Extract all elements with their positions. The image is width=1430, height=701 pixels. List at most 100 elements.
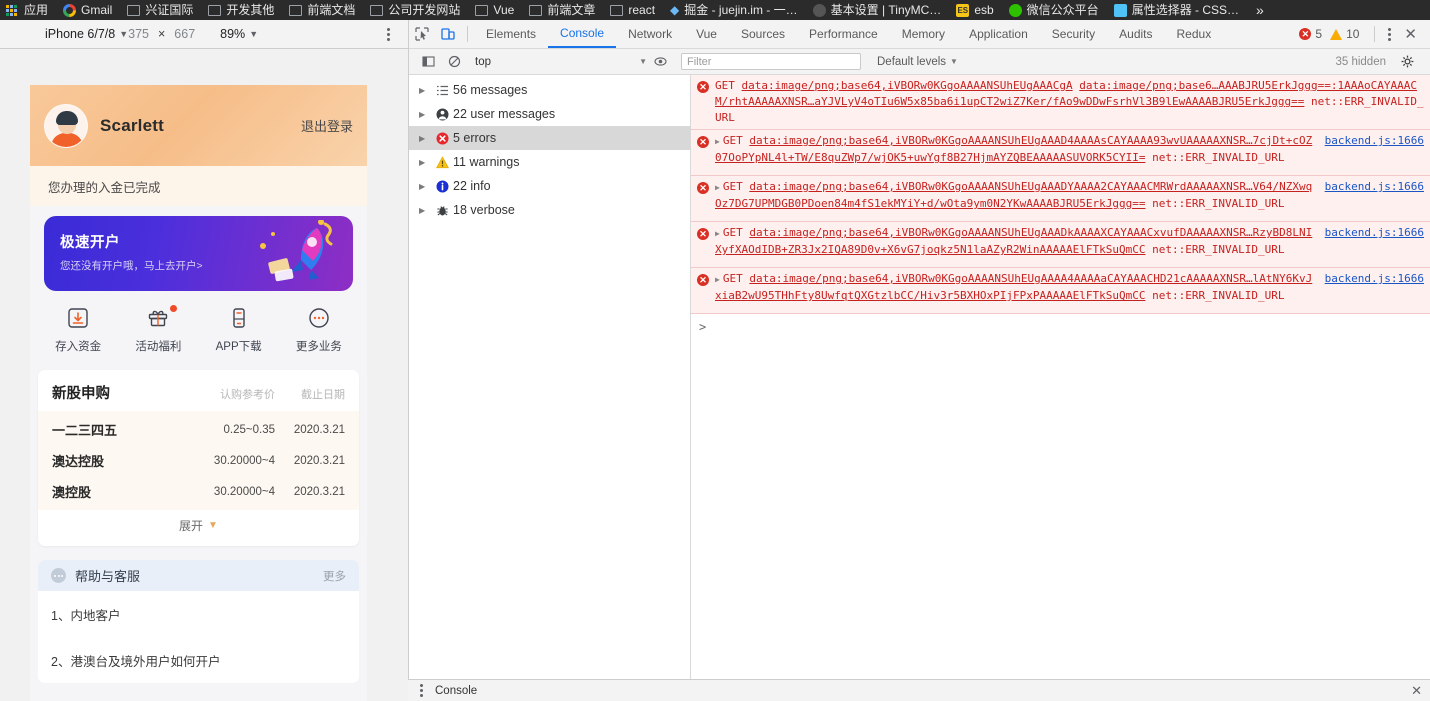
bookmark-dev-other[interactable]: 开发其他: [208, 3, 274, 17]
quick-action-deposit[interactable]: 存入资金: [38, 307, 118, 354]
console-error-row[interactable]: ✕ backend.js:1666 ▶ GET data:image/png;ba…: [691, 176, 1430, 222]
tab-sources[interactable]: Sources: [729, 20, 797, 48]
sidebar-item-user-messages[interactable]: ▶ 22 user messages: [409, 102, 690, 126]
stock-price: 30.20000~4: [213, 485, 275, 498]
expand-triangle-icon[interactable]: ▶: [715, 137, 720, 146]
console-error-row[interactable]: ✕ backend.js:1666 ▶ GET data:image/png;ba…: [691, 130, 1430, 176]
drawer-menu-button[interactable]: [420, 684, 423, 697]
console-error-row[interactable]: ✕ backend.js:1666 ▶ GET data:image/png;ba…: [691, 222, 1430, 268]
execution-context-select[interactable]: top ▼: [467, 56, 647, 68]
bookmarks-overflow-icon[interactable]: »: [1256, 2, 1264, 18]
table-row[interactable]: 澳达控股 30.20000~4 2020.3.21: [38, 445, 359, 476]
device-toolbar-menu-button[interactable]: [387, 27, 390, 41]
source-link[interactable]: backend.js:1666: [1325, 271, 1424, 287]
close-drawer-button[interactable]: ✕: [1411, 683, 1422, 699]
table-row[interactable]: 澳控股 30.20000~4 2020.3.21: [38, 476, 359, 507]
list-item[interactable]: 2、港澳台及境外用户如何开户: [38, 637, 359, 683]
user-icon: [431, 108, 453, 121]
chevron-right-icon[interactable]: ▶: [419, 134, 431, 143]
avatar[interactable]: [44, 103, 88, 148]
devtools-menu-button[interactable]: [1388, 27, 1392, 41]
quick-action-app-download[interactable]: APP下载: [199, 307, 279, 354]
tab-redux[interactable]: Redux: [1165, 20, 1224, 48]
bookmark-frontend-articles[interactable]: 前端文章: [529, 3, 595, 17]
tab-security[interactable]: Security: [1040, 20, 1107, 48]
sidebar-item-errors[interactable]: ▶ 5 errors: [409, 126, 690, 150]
card-rows: 一二三四五 0.25~0.35 2020.3.21 澳达控股 30.20000~…: [38, 411, 359, 510]
error-count-indicator[interactable]: ✕ 5: [1299, 27, 1322, 41]
sidebar-item-verbose[interactable]: ▶ 18 verbose: [409, 198, 690, 222]
clear-console-icon[interactable]: [441, 49, 467, 75]
viewport-width-input[interactable]: 375: [128, 27, 149, 41]
console-error-row[interactable]: ✕ GET data:image/png;base64,iVBORw0KGgoA…: [691, 75, 1430, 130]
sidebar-item-warnings[interactable]: ▶ 11 warnings: [409, 150, 690, 174]
bookmark-label: 前端文档: [307, 3, 356, 17]
device-toggle-icon[interactable]: [435, 21, 461, 47]
bookmark-gmail[interactable]: Gmail: [63, 3, 112, 17]
zoom-select[interactable]: 89% ▼: [220, 27, 258, 41]
close-devtools-button[interactable]: ✕: [1397, 25, 1424, 43]
promo-banner-wrap: 极速开户 您还没有开户哦，马上去开户>: [30, 206, 367, 291]
bookmark-tinymce[interactable]: 基本设置 | TinyMC…: [812, 3, 941, 17]
bookmark-company-site[interactable]: 公司开发网站: [370, 3, 460, 17]
tab-application[interactable]: Application: [957, 20, 1040, 48]
expand-button[interactable]: 展开 ▼: [38, 510, 359, 540]
stock-name: 澳控股: [52, 485, 92, 500]
source-link[interactable]: backend.js:1666: [1325, 225, 1424, 241]
source-link[interactable]: backend.js:1666: [1325, 133, 1424, 149]
tab-network[interactable]: Network: [616, 20, 684, 48]
quick-action-gift[interactable]: 活动福利: [118, 305, 198, 354]
tab-elements[interactable]: Elements: [474, 20, 548, 48]
warning-icon: [1330, 28, 1343, 40]
bookmark-vue[interactable]: Vue: [475, 3, 514, 17]
warning-count-indicator[interactable]: 10: [1330, 27, 1359, 41]
console-sidebar-toggle-icon[interactable]: [415, 49, 441, 75]
log-levels-select[interactable]: Default levels ▼: [877, 56, 958, 68]
tab-console[interactable]: Console: [548, 20, 617, 48]
bookmark-frontend-docs[interactable]: 前端文档: [289, 3, 355, 17]
tab-performance[interactable]: Performance: [797, 20, 890, 48]
bookmark-juejin[interactable]: ◆ 掘金 - juejin.im - 一…: [670, 3, 798, 17]
drawer-tab-console[interactable]: Console: [435, 685, 477, 697]
quick-action-more[interactable]: 更多业务: [279, 307, 359, 354]
logout-button[interactable]: 退出登录: [301, 116, 353, 135]
bookmark-esb[interactable]: ES esb: [956, 3, 994, 17]
source-link[interactable]: backend.js:1666: [1325, 179, 1424, 195]
tab-vue[interactable]: Vue: [684, 20, 729, 48]
chevron-right-icon[interactable]: ▶: [419, 86, 431, 95]
error-icon: ✕: [691, 179, 715, 218]
tab-audits[interactable]: Audits: [1107, 20, 1164, 48]
console-error-row[interactable]: ✕ backend.js:1666 ▶ GET data:image/png;ba…: [691, 268, 1430, 314]
promo-banner[interactable]: 极速开户 您还没有开户哦，马上去开户>: [44, 216, 353, 291]
sidebar-item-messages[interactable]: ▶ 56 messages: [409, 78, 690, 102]
chevron-right-icon[interactable]: ▶: [419, 158, 431, 167]
gear-icon[interactable]: [1394, 49, 1420, 75]
bookmark-apps[interactable]: 应用: [6, 3, 48, 17]
viewport-height-input[interactable]: 667: [174, 27, 195, 41]
chevron-right-icon[interactable]: ▶: [419, 182, 431, 191]
chevron-right-icon[interactable]: ▶: [419, 110, 431, 119]
console-prompt[interactable]: >: [691, 314, 1430, 334]
help-more-link[interactable]: 更多: [323, 568, 346, 584]
http-method: GET: [722, 134, 743, 147]
expand-triangle-icon[interactable]: ▶: [715, 183, 720, 192]
table-row[interactable]: 一二三四五 0.25~0.35 2020.3.21: [38, 414, 359, 445]
device-select[interactable]: iPhone 6/7/8 ▼: [45, 27, 128, 41]
error-icon: [431, 132, 453, 145]
notice-banner[interactable]: 您办理的入金已完成: [30, 166, 367, 206]
request-url[interactable]: data:image/png;base64,iVBORw0KGgoAAAANSU…: [742, 79, 1073, 92]
chevron-right-icon[interactable]: ▶: [419, 206, 431, 215]
filter-input[interactable]: Filter: [681, 53, 861, 70]
sidebar-item-info[interactable]: ▶ 22 info: [409, 174, 690, 198]
inspect-cursor-icon[interactable]: [409, 21, 435, 47]
bookmark-xingzheng[interactable]: 兴证国际: [127, 3, 193, 17]
devtools-tabbar: Elements Console Network Vue Sources Per…: [409, 20, 1430, 49]
list-item[interactable]: 1、内地客户: [38, 591, 359, 637]
bookmark-wechat-mp[interactable]: 微信公众平台: [1008, 3, 1099, 17]
bookmark-react[interactable]: react: [610, 3, 655, 17]
tab-memory[interactable]: Memory: [890, 20, 957, 48]
live-expression-icon[interactable]: [647, 49, 673, 75]
bookmark-css-selector[interactable]: 属性选择器 - CSS…: [1113, 3, 1239, 17]
expand-triangle-icon[interactable]: ▶: [715, 275, 720, 284]
expand-triangle-icon[interactable]: ▶: [715, 229, 720, 238]
